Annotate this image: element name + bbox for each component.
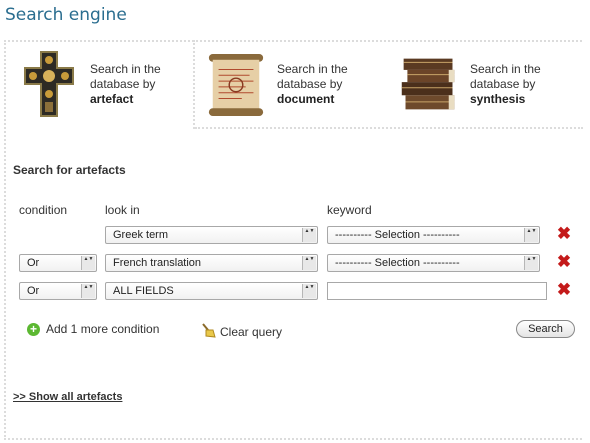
column-keyword: keyword — [327, 203, 372, 217]
condition-select-3-value: Or — [27, 285, 40, 297]
keyword-select-2-value: ---------- Selection ---------- — [335, 257, 460, 269]
keyword-select-1[interactable]: ---------- Selection ---------- ▲▼ — [327, 226, 540, 244]
show-all-artefacts-link[interactable]: >> Show all artefacts — [13, 391, 122, 403]
cross-icon — [18, 50, 80, 118]
keyword-input-3[interactable] — [327, 282, 547, 300]
delete-row-icon[interactable]: ✖ — [556, 225, 572, 242]
tab-synthesis[interactable]: Search in the database by synthesis — [398, 48, 541, 120]
tab-synthesis-bold: synthesis — [470, 91, 526, 106]
chevron-down-icon: ▲▼ — [81, 256, 95, 270]
tab-artefact-bold: artefact — [90, 91, 134, 106]
page-title: Search engine — [5, 5, 127, 25]
tab-synthesis-line2: database by — [470, 76, 536, 91]
look-in-select-2-value: French translation — [113, 257, 202, 269]
condition-select-3[interactable]: Or ▲▼ — [19, 282, 97, 300]
look-in-select-1[interactable]: Greek term ▲▼ — [105, 226, 318, 244]
keyword-select-1-value: ---------- Selection ---------- — [335, 229, 460, 241]
tab-document-line2: database by — [277, 76, 343, 91]
add-condition-button[interactable]: + Add 1 more condition — [27, 322, 159, 336]
delete-row-icon[interactable]: ✖ — [556, 281, 572, 298]
clear-query-label: Clear query — [220, 324, 283, 339]
chevron-down-icon: ▲▼ — [524, 228, 538, 242]
clear-query-button[interactable]: Clear query — [200, 322, 282, 341]
tab-document-line1: Search in the — [277, 61, 348, 76]
chevron-down-icon: ▲▼ — [81, 284, 95, 298]
condition-select-2-value: Or — [27, 257, 40, 269]
look-in-select-3[interactable]: ALL FIELDS ▲▼ — [105, 282, 318, 300]
tab-synthesis-line1: Search in the — [470, 61, 541, 76]
chevron-down-icon: ▲▼ — [302, 284, 316, 298]
tabs-separator — [195, 127, 583, 129]
tab-document-bold: document — [277, 91, 335, 106]
add-condition-label: Add 1 more condition — [46, 322, 160, 336]
tab-artefact-line1: Search in the — [90, 61, 161, 76]
broom-icon — [200, 322, 216, 341]
scroll-icon — [205, 50, 267, 118]
column-condition: condition — [19, 203, 68, 217]
section-title: Search for artefacts — [13, 163, 126, 177]
add-icon: + — [27, 322, 40, 336]
tab-artefact-line2: database by — [90, 76, 156, 91]
look-in-select-1-value: Greek term — [113, 229, 169, 241]
books-icon — [398, 50, 460, 118]
look-in-select-3-value: ALL FIELDS — [113, 285, 174, 297]
keyword-select-2[interactable]: ---------- Selection ---------- ▲▼ — [327, 254, 540, 272]
chevron-down-icon: ▲▼ — [524, 256, 538, 270]
chevron-down-icon: ▲▼ — [302, 228, 316, 242]
column-look-in: look in — [105, 203, 140, 217]
look-in-select-2[interactable]: French translation ▲▼ — [105, 254, 318, 272]
delete-row-icon[interactable]: ✖ — [556, 253, 572, 270]
condition-select-2[interactable]: Or ▲▼ — [19, 254, 97, 272]
search-button[interactable]: Search — [516, 320, 575, 338]
tab-divider — [193, 40, 195, 129]
tab-artefact[interactable]: Search in the database by artefact — [18, 48, 161, 120]
chevron-down-icon: ▲▼ — [302, 256, 316, 270]
tab-document[interactable]: Search in the database by document — [205, 48, 348, 120]
